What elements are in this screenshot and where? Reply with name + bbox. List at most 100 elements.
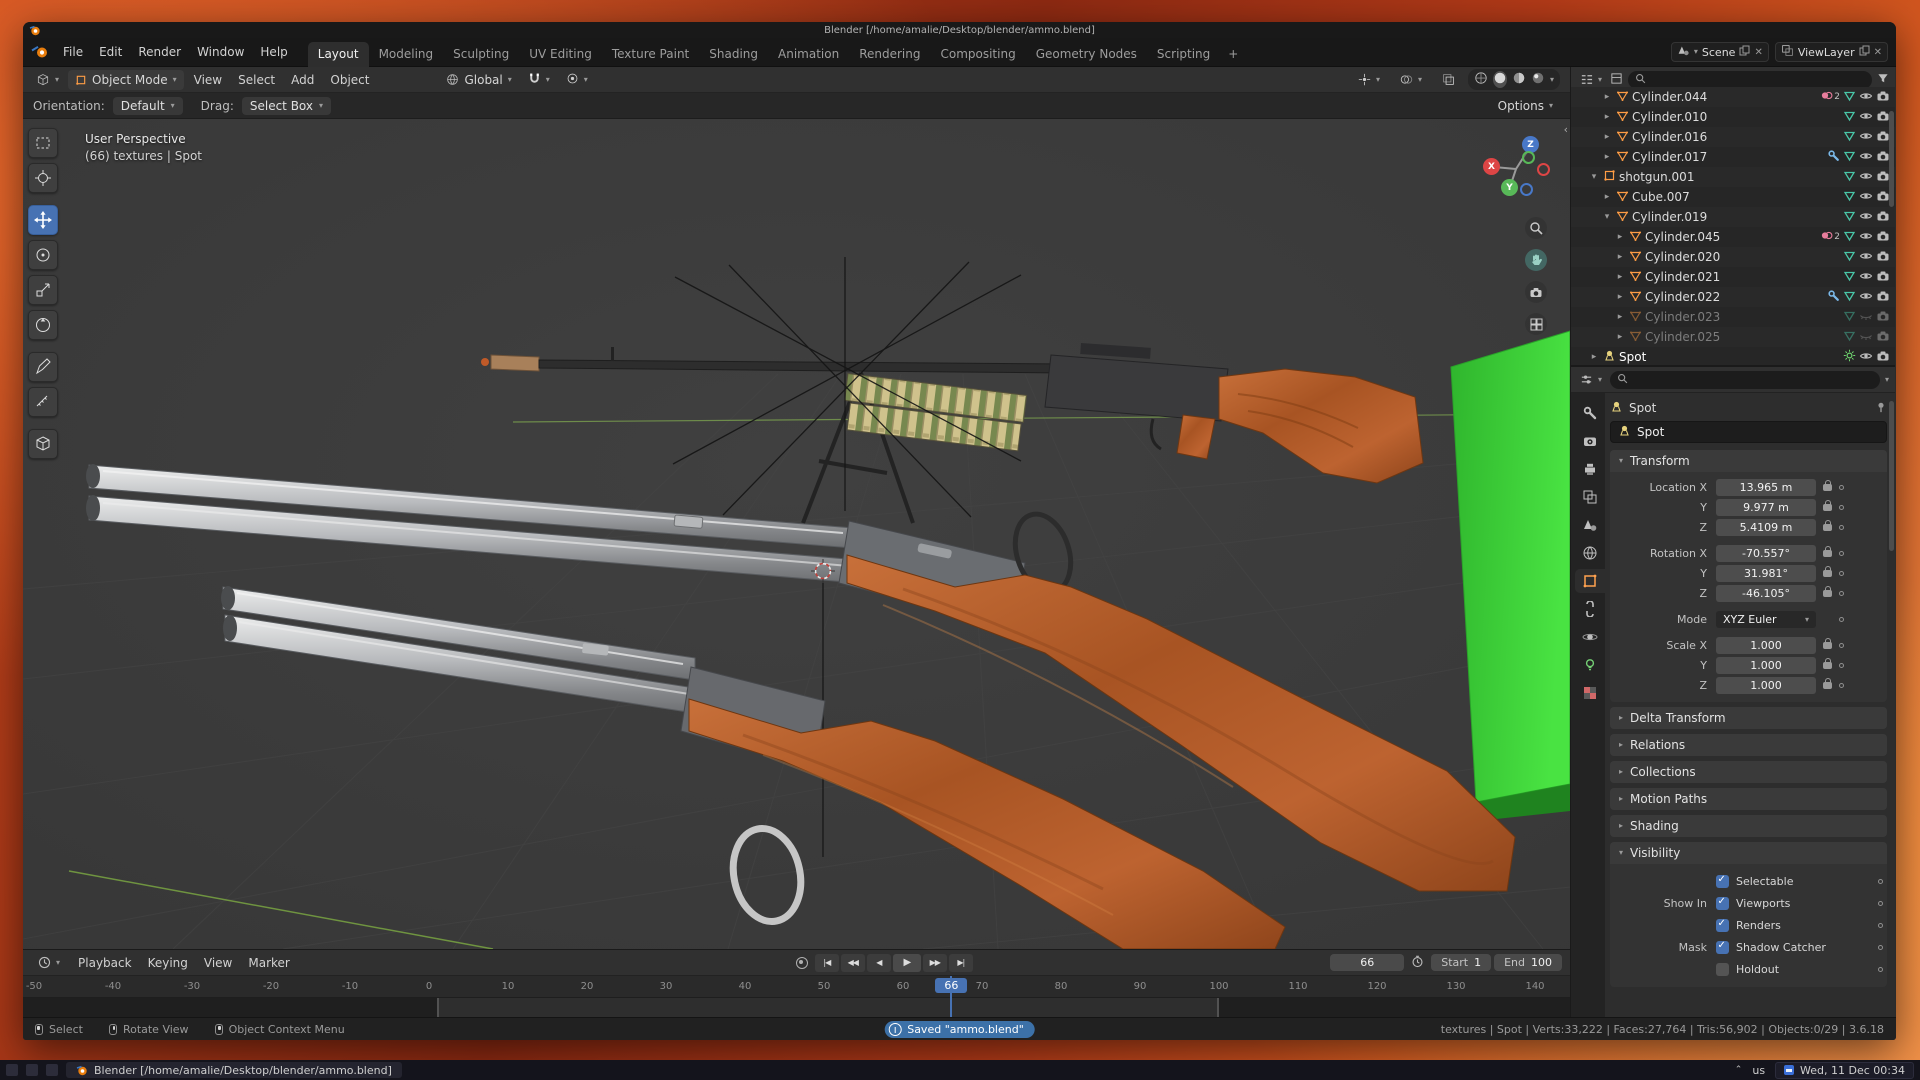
gizmo-minus-z-axis[interactable] bbox=[1520, 183, 1533, 196]
selectable-checkbox[interactable] bbox=[1716, 875, 1729, 888]
disclosure-icon[interactable]: ▾ bbox=[1588, 172, 1600, 182]
section-header-motion-paths[interactable]: ▸Motion Paths bbox=[1610, 788, 1887, 810]
disclosure-icon[interactable]: ▾ bbox=[1601, 212, 1613, 222]
workspace-tab-uv-editing[interactable]: UV Editing bbox=[519, 42, 602, 67]
properties-tab-texture[interactable] bbox=[1575, 681, 1605, 705]
outliner-row-cylinder-044[interactable]: ▸Cylinder.0442 bbox=[1571, 87, 1895, 107]
workspace-tab-layout[interactable]: Layout bbox=[308, 42, 369, 67]
object-name-field[interactable]: Spot bbox=[1610, 421, 1887, 443]
filter-icon[interactable] bbox=[1877, 72, 1889, 87]
animate-dot[interactable] bbox=[1839, 617, 1844, 622]
menu-help[interactable]: Help bbox=[252, 42, 295, 62]
lock-icon[interactable] bbox=[1823, 484, 1832, 491]
window-titlebar[interactable]: Blender [/home/amalie/Desktop/blender/am… bbox=[23, 22, 1896, 38]
workspace-tab-geometry-nodes[interactable]: Geometry Nodes bbox=[1026, 42, 1147, 67]
properties-tab-tool[interactable] bbox=[1575, 401, 1605, 425]
gizmo-x-axis[interactable]: X bbox=[1483, 158, 1500, 175]
outliner-row-cylinder-019[interactable]: ▾Cylinder.019 bbox=[1571, 207, 1895, 227]
rotate-tool[interactable] bbox=[28, 240, 58, 270]
disclosure-icon[interactable]: ▸ bbox=[1601, 132, 1613, 142]
toggle-orthographic-icon[interactable] bbox=[1525, 313, 1547, 335]
disclosure-icon[interactable]: ▸ bbox=[1601, 152, 1613, 162]
value-field[interactable]: 1.000 bbox=[1716, 657, 1816, 674]
disclosure-icon[interactable]: ▸ bbox=[1614, 292, 1626, 302]
disable-in-renders-toggle camera-icon[interactable] bbox=[1876, 229, 1890, 246]
play-button[interactable]: ▶ bbox=[893, 954, 921, 972]
timer-icon[interactable] bbox=[1411, 955, 1424, 971]
disable-in-renders-toggle camera-icon[interactable] bbox=[1876, 189, 1890, 206]
disable-in-renders-toggle camera-icon[interactable] bbox=[1876, 129, 1890, 146]
animate-dot[interactable] bbox=[1839, 591, 1844, 596]
viewports-checkbox[interactable] bbox=[1716, 897, 1729, 910]
timeline-ruler[interactable]: -50-40-30-20-100102030405060708090100110… bbox=[23, 976, 1570, 998]
hide-in-viewport-toggle eye-icon[interactable] bbox=[1859, 329, 1873, 346]
viewport-menu-add[interactable]: Add bbox=[283, 70, 322, 90]
menu-edit[interactable]: Edit bbox=[91, 42, 130, 62]
new-view-layer-icon[interactable] bbox=[1859, 45, 1870, 59]
outliner-row-cylinder-016[interactable]: ▸Cylinder.016 bbox=[1571, 127, 1895, 147]
disclosure-icon[interactable]: ▸ bbox=[1614, 312, 1626, 322]
outliner-row-spot[interactable]: ▸Spot bbox=[1571, 347, 1895, 365]
shading-material-icon[interactable] bbox=[1512, 71, 1526, 88]
timeline-menu-marker[interactable]: Marker bbox=[240, 953, 297, 973]
lock-icon[interactable] bbox=[1823, 504, 1832, 511]
3d-viewport[interactable]: User Perspective (66) textures | Spot X … bbox=[23, 119, 1570, 949]
animate-dot[interactable] bbox=[1878, 923, 1883, 928]
transform-section-header[interactable]: ▾Transform bbox=[1610, 450, 1887, 472]
transform-orientation-dropdown[interactable]: Global▾ bbox=[439, 70, 518, 90]
hide-in-viewport-toggle eye-icon[interactable] bbox=[1859, 109, 1873, 126]
animate-dot[interactable] bbox=[1839, 505, 1844, 510]
viewport-menu-object[interactable]: Object bbox=[322, 70, 377, 90]
zoom-icon[interactable] bbox=[1525, 217, 1547, 239]
value-field[interactable]: -70.557° bbox=[1716, 545, 1816, 562]
playhead[interactable]: 66 bbox=[950, 976, 952, 1017]
add-workspace-button[interactable]: + bbox=[1220, 42, 1246, 67]
lock-icon[interactable] bbox=[1823, 524, 1832, 531]
workspace-tab-compositing[interactable]: Compositing bbox=[930, 42, 1025, 67]
next-keyframe-button[interactable]: ▶▶ bbox=[923, 954, 947, 972]
value-field[interactable]: 1.000 bbox=[1716, 677, 1816, 694]
animate-dot[interactable] bbox=[1878, 967, 1883, 972]
properties-tab-physics[interactable] bbox=[1575, 625, 1605, 649]
menu-file[interactable]: File bbox=[55, 42, 91, 62]
timeline-menu-keying[interactable]: Keying bbox=[140, 953, 196, 973]
properties-tab-data[interactable] bbox=[1575, 653, 1605, 677]
disable-in-renders-toggle camera-icon[interactable] bbox=[1876, 309, 1890, 326]
hide-in-viewport-toggle eye-icon[interactable] bbox=[1859, 189, 1873, 206]
timeline-scrub-area[interactable] bbox=[23, 998, 1570, 1017]
move-tool[interactable] bbox=[28, 205, 58, 235]
jump-start-button[interactable]: |◀ bbox=[815, 954, 839, 972]
add-cube-tool[interactable] bbox=[28, 429, 58, 459]
outliner-search-input[interactable] bbox=[1628, 71, 1872, 89]
editor-type-properties-icon[interactable]: ▾ bbox=[1577, 371, 1605, 388]
disclosure-icon[interactable]: ▸ bbox=[1614, 272, 1626, 282]
properties-tab-output[interactable] bbox=[1575, 457, 1605, 481]
section-header-shading[interactable]: ▸Shading bbox=[1610, 815, 1887, 837]
hide-in-viewport-toggle eye-icon[interactable] bbox=[1859, 129, 1873, 146]
rotation-mode-dropdown[interactable]: XYZ Euler▾ bbox=[1716, 611, 1816, 628]
value-field[interactable]: 5.4109 m bbox=[1716, 519, 1816, 536]
show-overlays-toggle[interactable]: ▾ bbox=[1393, 70, 1429, 89]
value-field[interactable]: 1.000 bbox=[1716, 637, 1816, 654]
gizmo-minus-y-axis[interactable] bbox=[1522, 151, 1535, 164]
editor-type-3d-viewport-icon[interactable]: ▾ bbox=[29, 70, 66, 90]
editor-type-outliner-icon[interactable]: ▾ bbox=[1577, 71, 1605, 88]
properties-tab-world[interactable] bbox=[1575, 541, 1605, 565]
annotate-tool[interactable] bbox=[28, 352, 58, 382]
disable-in-renders-toggle camera-icon[interactable] bbox=[1876, 149, 1890, 166]
disclosure-icon[interactable]: ▸ bbox=[1614, 232, 1626, 242]
hide-in-viewport-toggle eye-icon[interactable] bbox=[1859, 209, 1873, 226]
disable-in-renders-toggle camera-icon[interactable] bbox=[1876, 349, 1890, 366]
animate-dot[interactable] bbox=[1839, 571, 1844, 576]
outliner-scrollbar[interactable] bbox=[1889, 111, 1894, 207]
animate-dot[interactable] bbox=[1839, 551, 1844, 556]
hide-in-viewport-toggle eye-icon[interactable] bbox=[1859, 169, 1873, 186]
lock-icon[interactable] bbox=[1823, 682, 1832, 689]
timeline-menu-view[interactable]: View bbox=[196, 953, 240, 973]
value-field[interactable]: 13.965 m bbox=[1716, 479, 1816, 496]
disable-in-renders-toggle camera-icon[interactable] bbox=[1876, 209, 1890, 226]
pan-icon[interactable] bbox=[1525, 249, 1547, 271]
viewport-menu-select[interactable]: Select bbox=[230, 70, 283, 90]
hide-in-viewport-toggle eye-icon[interactable] bbox=[1859, 229, 1873, 246]
renders-checkbox[interactable] bbox=[1716, 919, 1729, 932]
